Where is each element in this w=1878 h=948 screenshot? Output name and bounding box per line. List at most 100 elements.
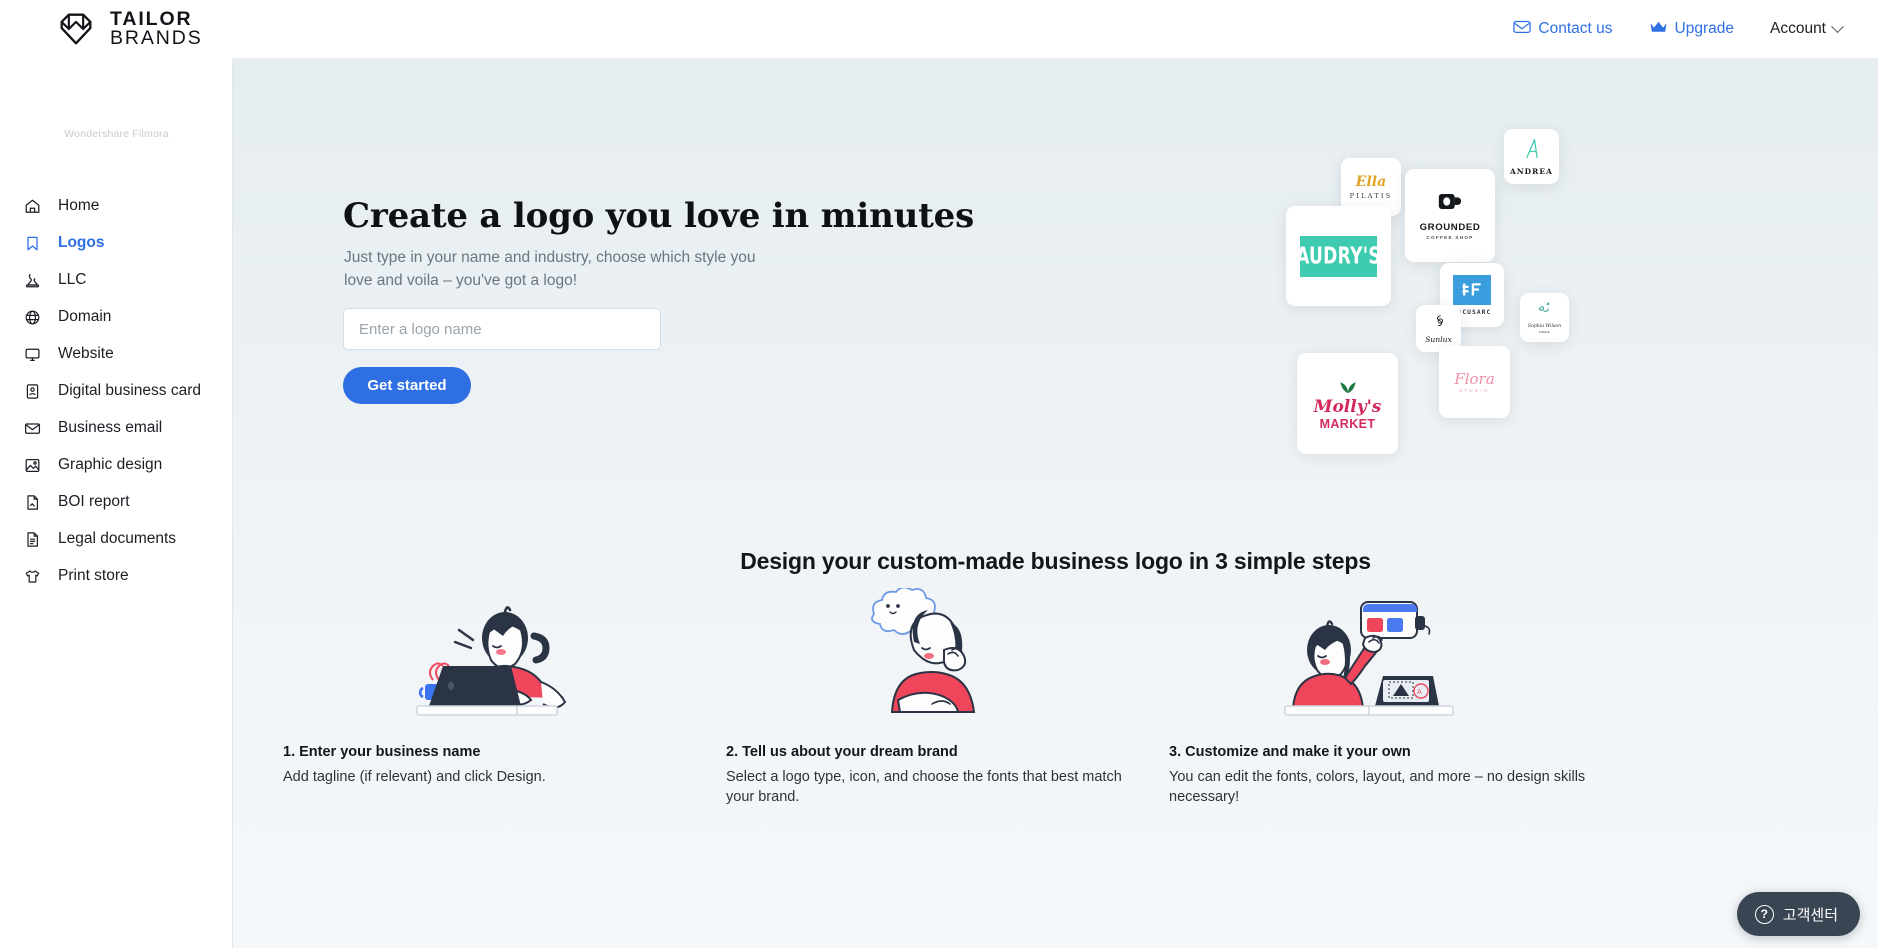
logo-card-name: Ella [1355,173,1387,190]
bookmark-icon [24,235,41,252]
globe-icon [24,309,41,326]
sidebar-item-legal-documents[interactable]: Legal documents [0,521,233,557]
monogram-icon [1433,314,1445,333]
woman-customizing-design-illustration: A [1169,588,1589,718]
logo-card-flora-studio[interactable]: Flora STUDIO [1439,346,1510,418]
contact-us-link[interactable]: Contact us [1495,19,1630,39]
monitor-icon [24,346,41,363]
page-title: Create a logo you love in minutes [343,196,975,236]
logo-card-band [1453,274,1491,305]
om-symbol-icon [1537,301,1552,321]
steps-section-title: Design your custom-made business logo in… [740,548,1371,574]
top-navigation: Contact us Upgrade Account [1495,0,1852,58]
woman-thinking-with-cloud-illustration [726,588,1146,718]
logo-name-input[interactable] [343,308,661,350]
sidebar-nav-list: Home Logos LLC Domain Website Digital bu… [0,188,233,594]
hero-subtitle: Just type in your name and industry, cho… [344,249,756,289]
brush-stroke-a-icon [1521,138,1543,165]
logo-card-sophia-wilson-yoga[interactable]: Sophia Wilson YOGA [1520,293,1569,342]
help-center-button[interactable]: ? 고객센터 [1736,892,1860,936]
logo-card-name: Molly's [1313,396,1382,417]
tailor-brands-heart-logo [55,8,97,50]
step-body: You can edit the fonts, colors, layout, … [1169,769,1586,805]
logo-card-audrys[interactable]: AUDRY'S [1286,206,1391,306]
step-heading: 2. Tell us about your dream brand [726,744,958,760]
logo-card-sub: STUDIO [1459,387,1490,393]
sidebar-item-website[interactable]: Website [0,336,233,372]
sidebar-item-domain[interactable]: Domain [0,299,233,335]
logo-card-andrea[interactable]: ANDREA [1504,129,1559,184]
get-started-button[interactable]: Get started [343,367,471,404]
sidebar-item-llc[interactable]: LLC [0,262,233,298]
sidebar-item-label: Print store [58,567,129,584]
logo-card-name: ANDREA [1509,166,1553,176]
sidebar-item-label: Domain [58,308,112,325]
sidebar-item-digital-business-card[interactable]: Digital business card [0,373,233,409]
logo-card-mollys-market[interactable]: Molly's MARKET [1297,353,1398,454]
step-heading: 3. Customize and make it your own [1169,744,1411,760]
step-body: Add tagline (if relevant) and click Desi… [283,769,546,785]
account-menu[interactable]: Account [1752,19,1852,38]
image-icon [24,457,41,474]
contact-us-label: Contact us [1538,20,1613,37]
upgrade-link[interactable]: Upgrade [1631,20,1752,39]
step-body: Select a logo type, icon, and choose the… [726,769,1122,805]
leaf-icon [1337,377,1359,399]
sidebar-item-label: Graphic design [58,456,163,473]
stamp-icon [24,272,41,289]
sidebar-item-print-store[interactable]: Print store [0,558,233,594]
woman-at-laptop-illustration [283,588,703,718]
crown-icon [1649,20,1668,39]
sidebar-item-label: Website [58,345,114,362]
sidebar-item-label: Business email [58,419,163,436]
sidebar-item-home[interactable]: Home [0,188,233,224]
logo-card-name: Sophia Wilson [1527,324,1562,329]
step-heading: 1. Enter your business name [283,744,481,760]
logo-collage: Ella PILATIS GROUNDED COFFEE SHOP ANDREA [1093,88,1633,508]
logo-card-grounded[interactable]: GROUNDED COFFEE SHOP [1405,169,1495,262]
question-circle-icon: ? [1754,904,1774,924]
id-card-icon [24,383,41,400]
logo-card-name: Flora [1454,369,1495,388]
logo-card-sub: COFFEE SHOP [1426,234,1474,240]
steps-list: 1. Enter your business name Add tagline … [233,588,1878,848]
top-bar: TAILOR BRANDS Contact us Upgrade Account [0,0,1878,58]
coffee-mug-icon [1438,192,1463,216]
sidebar-item-logos[interactable]: Logos [0,225,233,261]
main-content: Create a logo you love in minutes Just t… [233,58,1878,948]
upgrade-label: Upgrade [1674,20,1734,37]
tshirt-icon [24,568,41,585]
chevron-down-icon [1831,19,1844,33]
sidebar-item-label: Digital business card [58,382,202,399]
logo-card-name: AUDRY'S [1296,242,1381,270]
sidebar-item-business-email[interactable]: Business email [0,410,233,446]
sidebar-item-label: Home [58,197,100,214]
sidebar-item-label: Logos [58,234,105,251]
brand-line-2: BRANDS [110,27,203,49]
logo-card-band: AUDRY'S [1296,235,1381,277]
step-item: A 3. Customize and make it your own You … [1169,588,1589,807]
help-center-label: 고객센터 [1782,906,1838,924]
sidebar-item-graphic-design[interactable]: Graphic design [0,447,233,483]
envelope-icon [24,420,41,437]
sidebar-item-label: Legal documents [58,530,177,547]
wondershare-filmora-watermark: Wondershare Filmora [64,128,169,140]
document-icon [24,494,41,511]
step-item: 2. Tell us about your dream brand Select… [726,588,1146,807]
logo-card-sub: YOGA [1538,330,1551,334]
logo-card-name: Sunlux [1425,334,1452,344]
logo-card-sub: PILATIS [1349,191,1393,200]
account-label: Account [1769,20,1826,37]
brand-logo[interactable]: TAILOR BRANDS [55,8,203,50]
logo-card-sub: MARKET [1319,416,1376,431]
sidebar-item-label: BOI report [58,493,130,510]
brand-wordmark: TAILOR BRANDS [110,9,203,49]
logo-card-name: GROUNDED [1419,221,1481,233]
sidebar-item-label: LLC [58,271,87,288]
sidebar-item-boi-report[interactable]: BOI report [0,484,233,520]
svg-text:A: A [1417,689,1422,696]
envelope-icon [1513,19,1532,39]
sidebar: Wondershare Filmora Home Logos LLC Domai… [0,58,233,948]
logo-card-sunlux[interactable]: Sunlux [1416,305,1461,352]
step-item: 1. Enter your business name Add tagline … [283,588,703,787]
